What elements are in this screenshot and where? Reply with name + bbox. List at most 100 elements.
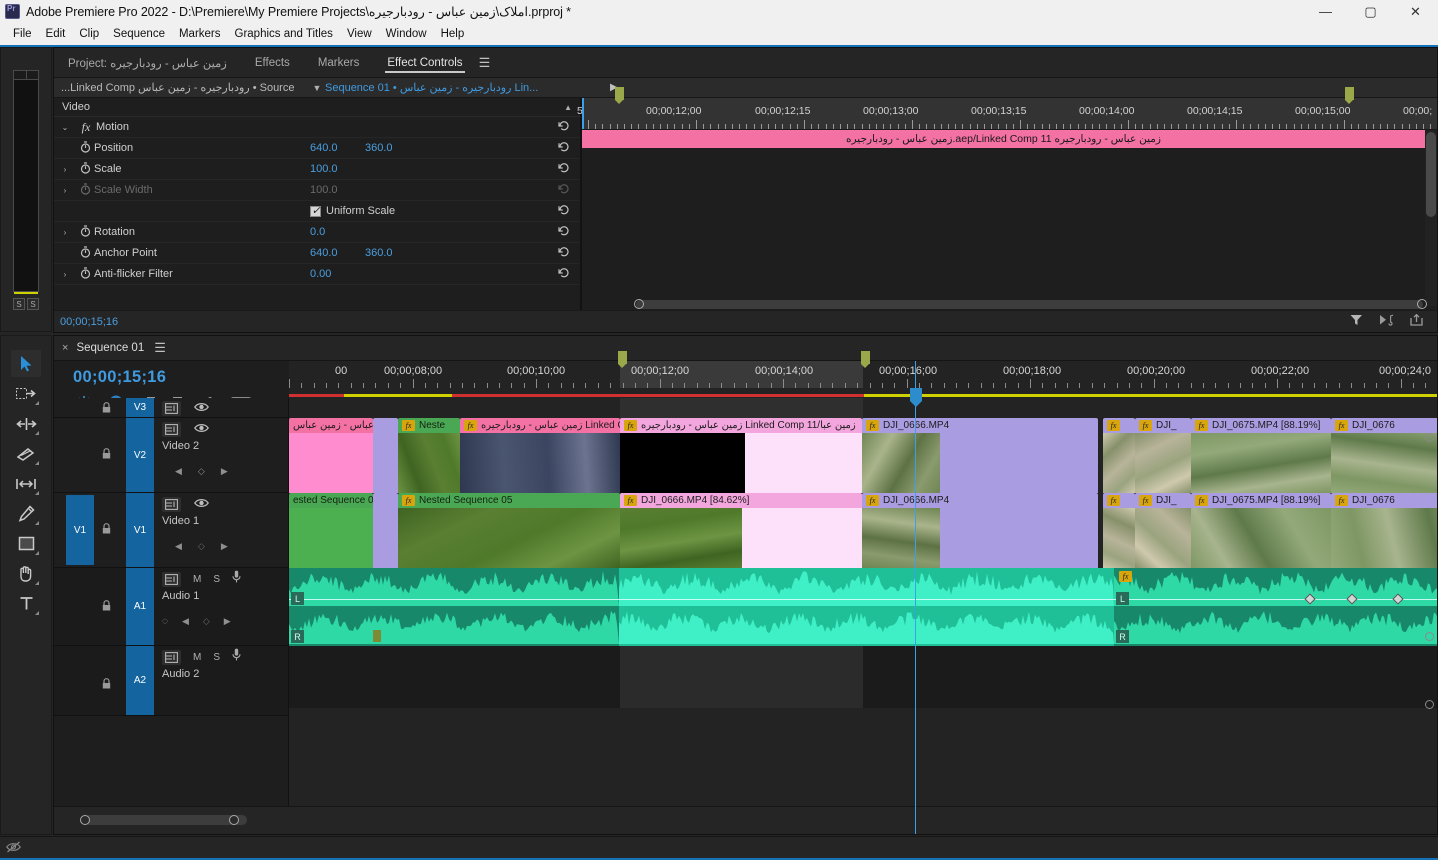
stopwatch-icon[interactable]: [76, 161, 94, 177]
lock-icon[interactable]: [102, 402, 111, 416]
track-badge-v3[interactable]: V3: [126, 398, 154, 417]
timeline-timecode[interactable]: 00;00;15;16: [54, 361, 289, 387]
collapse-chevron-icon[interactable]: ▲: [564, 103, 572, 112]
track-row-v2[interactable]: زمین عباس - زمین عباس.aepfxNestefxزمین ع…: [289, 418, 1437, 493]
eye-icon[interactable]: [194, 420, 209, 438]
maximize-button[interactable]: ▢: [1348, 0, 1393, 23]
expand-chevron-icon[interactable]: ⌄: [54, 123, 76, 132]
timeline-clip[interactable]: fx DJI_0676: [1331, 418, 1437, 493]
sequence-marker-icon[interactable]: [1345, 87, 1354, 104]
timeline-clip[interactable]: fx DJI_: [1135, 418, 1191, 493]
clip-header[interactable]: ested Sequence 04: [289, 493, 373, 508]
clip-header[interactable]: [373, 493, 398, 508]
track-row-v1[interactable]: ested Sequence 04 fx Nested Sequence 05 fx D…: [289, 493, 1437, 568]
timeline-clip[interactable]: fx DJI_0675.MP4 [88.19%]: [1191, 493, 1331, 568]
audio-volume-line[interactable]: [289, 599, 619, 600]
expand-chevron-icon[interactable]: ›: [54, 186, 76, 195]
menu-item-markers[interactable]: Markers: [172, 26, 228, 42]
timeline-clip[interactable]: fx Neste: [398, 418, 460, 493]
sync-lock-icon[interactable]: [162, 649, 181, 665]
uniform-scale-checkbox-group[interactable]: Uniform Scale: [310, 204, 395, 217]
param-value-x[interactable]: 640.0: [310, 142, 338, 154]
track-badge-v1[interactable]: V1: [126, 493, 154, 567]
param-value[interactable]: 0.00: [310, 268, 331, 280]
track-select-forward-tool[interactable]: [11, 380, 41, 407]
menu-item-help[interactable]: Help: [434, 26, 472, 42]
prev-keyframe-icon[interactable]: ◀: [175, 541, 182, 552]
add-keyframe-icon[interactable]: ◇: [198, 541, 205, 552]
reset-icon[interactable]: [558, 246, 570, 261]
timeline-clips-area[interactable]: زمین عباس - زمین عباس.aepfxNestefxزمین ع…: [289, 398, 1437, 806]
clip-header[interactable]: زمین عباس - زمین عباس.aep: [289, 418, 373, 433]
vscroll-handle-mid[interactable]: [1425, 632, 1434, 641]
lock-icon[interactable]: [102, 448, 111, 462]
meter-solo-right[interactable]: S: [27, 298, 39, 310]
tab-effects[interactable]: Effects: [241, 48, 304, 77]
menu-item-window[interactable]: Window: [379, 26, 434, 42]
param-row-rotation[interactable]: › Rotation 0.0: [54, 222, 580, 243]
clip-header[interactable]: fx DJI_0675.MP4 [88.19%]: [1191, 418, 1331, 433]
next-keyframe-icon[interactable]: ▶: [224, 616, 231, 627]
track-header-v2[interactable]: V2 Video 2 ◀ ◇ ▶: [54, 418, 288, 493]
param-value-y[interactable]: 360.0: [365, 247, 393, 259]
clip-header[interactable]: fx DJI_0666.MP4: [862, 418, 1098, 433]
chevron-down-icon[interactable]: ▼: [309, 83, 325, 93]
timeline-vertical-scrollbar[interactable]: [1423, 400, 1435, 804]
clip-marker-icon[interactable]: [373, 630, 381, 642]
timeline-clip[interactable]: fx DJI_0676: [1331, 493, 1437, 568]
current-time-indicator[interactable]: [909, 388, 922, 407]
clip-header[interactable]: fx Neste: [398, 418, 460, 433]
clip-header[interactable]: fx DJI_: [1135, 493, 1191, 508]
hand-tool[interactable]: [11, 560, 41, 587]
slip-tool[interactable]: [11, 470, 41, 497]
reset-icon[interactable]: [558, 162, 570, 177]
tab-effect-controls[interactable]: Effect Controls: [373, 48, 476, 77]
sequence-marker-icon[interactable]: [615, 87, 624, 104]
eye-icon[interactable]: [194, 495, 209, 513]
timeline-clip[interactable]: fx DJI_0666.MP4: [862, 418, 1098, 493]
timeline-clip[interactable]: fx: [1103, 418, 1135, 493]
audio-volume-line[interactable]: [1114, 599, 1437, 600]
vscroll-handle-top[interactable]: [1425, 433, 1434, 442]
work-area-bar[interactable]: [289, 394, 1437, 397]
sync-lock-icon[interactable]: [162, 571, 181, 587]
audio-clip[interactable]: L Rfx: [1114, 568, 1437, 646]
track-row-a1[interactable]: L R L Rfx: [289, 568, 1437, 646]
lock-icon[interactable]: [102, 600, 111, 614]
clip-header[interactable]: [373, 418, 398, 433]
menu-item-graphics[interactable]: Graphics and Titles: [228, 26, 340, 42]
ripple-edit-tool[interactable]: [11, 410, 41, 437]
timeline-clip[interactable]: fx زمین عباس - رودبارجیره Linked Comp 11/…: [620, 418, 862, 493]
expand-chevron-icon[interactable]: ›: [54, 228, 76, 237]
export-icon[interactable]: [1410, 313, 1423, 331]
sync-lock-icon[interactable]: [162, 421, 181, 437]
menu-item-sequence[interactable]: Sequence: [106, 26, 172, 42]
filter-icon[interactable]: [1350, 313, 1363, 331]
menu-item-view[interactable]: View: [340, 26, 379, 42]
param-row-anti-flicker[interactable]: › Anti-flicker Filter 0.00: [54, 264, 580, 285]
audio-clip[interactable]: [619, 568, 1114, 646]
audio-volume-line[interactable]: [619, 599, 1114, 600]
param-row-anchor-point[interactable]: Anchor Point 640.0 360.0: [54, 243, 580, 264]
menu-item-file[interactable]: File: [6, 26, 39, 42]
clip-header[interactable]: fx DJI_: [1135, 418, 1191, 433]
timeline-clip[interactable]: fx DJI_0675.MP4 [88.19%]: [1191, 418, 1331, 493]
zoom-handle-left[interactable]: [80, 815, 90, 825]
close-icon[interactable]: ×: [62, 342, 68, 354]
rectangle-tool[interactable]: [11, 530, 41, 557]
timeline-clip[interactable]: زمین عباس - زمین عباس.aep: [289, 418, 373, 493]
stopwatch-icon[interactable]: [76, 140, 94, 156]
mute-button-a2[interactable]: M: [193, 652, 201, 663]
menu-item-edit[interactable]: Edit: [39, 26, 73, 42]
sequence-marker-icon[interactable]: [861, 351, 870, 368]
ec-zoom-handle-right[interactable]: [1417, 299, 1427, 309]
solo-button-a2[interactable]: S: [213, 652, 220, 663]
sync-lock-icon[interactable]: [162, 496, 181, 512]
reset-icon[interactable]: [558, 120, 570, 135]
audio-meter[interactable]: S S: [13, 70, 39, 310]
tab-sequence-01[interactable]: Sequence 01: [76, 342, 144, 354]
clip-header[interactable]: fx DJI_0676: [1331, 493, 1437, 508]
tab-markers[interactable]: Markers: [304, 48, 374, 77]
pen-tool[interactable]: [11, 500, 41, 527]
clip-header[interactable]: fx زمین عباس - رودبارجیره Linked C: [460, 418, 620, 433]
